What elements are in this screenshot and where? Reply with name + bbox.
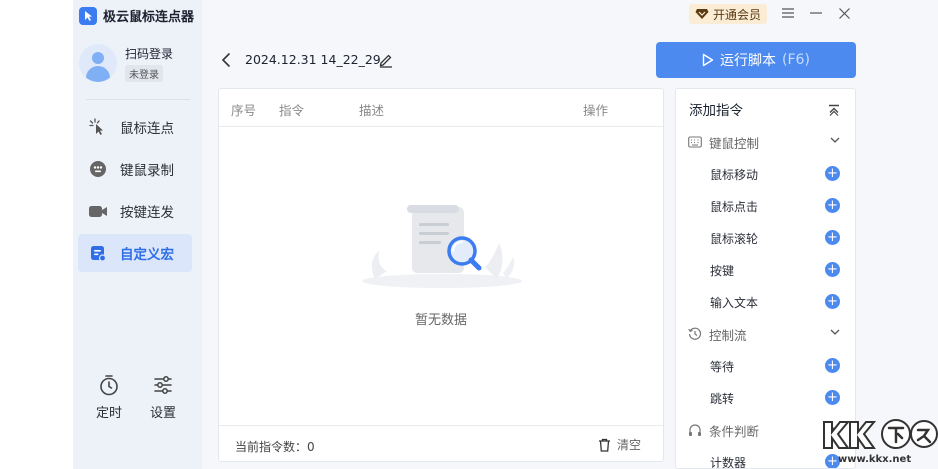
column-actions: 操作 — [583, 103, 609, 118]
command-count: 当前指令数：0 — [235, 440, 315, 454]
empty-state-illustration — [357, 201, 527, 291]
vip-button[interactable]: 开通会员 — [689, 4, 767, 24]
cmd-jump[interactable]: 跳转 + — [710, 388, 840, 408]
column-command: 指令 — [279, 103, 305, 118]
login-status-badge: 未登录 — [125, 64, 163, 82]
cursor-click-icon — [88, 117, 108, 137]
cmd-mouse-wheel[interactable]: 鼠标滚轮 + — [710, 228, 840, 248]
cmd-label: 输入文本 — [710, 295, 759, 310]
sidebar-item-label: 鼠标连点 — [120, 121, 174, 137]
add-icon[interactable]: + — [825, 230, 840, 245]
sidebar-item-label: 键鼠录制 — [120, 163, 174, 179]
cmd-label: 按键 — [710, 263, 735, 278]
sidebar: 极云鼠标连点器 扫码登录 未登录 鼠标连点 键鼠录制 按键连发 自定义宏 定时 … — [73, 0, 202, 469]
chevron-down-icon — [830, 329, 840, 335]
sidebar-nav: 鼠标连点 键鼠录制 按键连发 自定义宏 — [78, 108, 192, 276]
camera-icon — [88, 201, 108, 221]
run-label: 运行脚本 — [720, 53, 777, 69]
cmd-label: 等待 — [710, 359, 735, 374]
add-command-title: 添加指令 — [689, 103, 743, 119]
group-control-flow[interactable]: 控制流 — [688, 324, 840, 344]
add-icon[interactable]: + — [825, 358, 840, 373]
sidebar-item-label: 按键连发 — [120, 205, 174, 221]
clear-label: 清空 — [616, 438, 641, 452]
avatar[interactable] — [79, 44, 117, 82]
diamond-icon — [695, 9, 709, 19]
back-button[interactable] — [220, 52, 234, 68]
group-keyboard-mouse[interactable]: 键鼠控制 — [688, 132, 840, 152]
trash-icon — [598, 438, 610, 452]
settings-button[interactable]: 设置 — [145, 374, 181, 421]
menu-button[interactable] — [781, 6, 795, 20]
pencil-icon — [379, 54, 392, 68]
script-name: 2024.12.31 14_22_29 — [245, 52, 381, 67]
collapse-all-button[interactable] — [828, 101, 840, 116]
brand: 极云鼠标连点器 — [79, 6, 194, 25]
headphone-icon — [689, 424, 701, 436]
history-icon — [688, 327, 702, 340]
edit-name-button[interactable] — [378, 52, 394, 68]
group-label: 控制流 — [709, 327, 747, 343]
add-icon[interactable]: + — [825, 198, 840, 213]
column-description: 描述 — [359, 103, 385, 118]
empty-text: 暂无数据 — [414, 313, 467, 328]
close-icon — [838, 7, 850, 19]
cmd-key[interactable]: 按键 + — [710, 260, 840, 280]
table-footer: 当前指令数：0 清空 — [219, 425, 663, 462]
run-shortcut-hint: (F6) — [782, 52, 810, 68]
bottom-tools: 定时 设置 — [91, 374, 181, 421]
cmd-wait[interactable]: 等待 + — [710, 356, 840, 376]
add-icon[interactable]: + — [825, 166, 840, 181]
sidebar-item-key-repeat[interactable]: 按键连发 — [78, 192, 192, 230]
keyboard-icon — [688, 136, 702, 148]
collapse-top-icon — [829, 104, 839, 116]
command-table: 序号 指令 描述 操作 暂无数据 当前指令数：0 清空 — [218, 88, 664, 462]
sidebar-divider — [86, 99, 190, 100]
app-logo-icon — [79, 6, 97, 25]
timer-icon — [100, 375, 118, 396]
settings-label: 设置 — [149, 406, 176, 421]
record-icon — [88, 159, 108, 179]
cmd-label: 计数器 — [710, 455, 747, 469]
cmd-label: 鼠标移动 — [710, 167, 759, 182]
vip-label: 开通会员 — [712, 7, 761, 22]
run-script-button[interactable]: 运行脚本 (F6) — [656, 42, 856, 78]
chevron-left-icon — [221, 53, 230, 67]
column-index: 序号 — [231, 103, 257, 118]
close-button[interactable] — [837, 6, 851, 20]
add-icon[interactable]: + — [825, 390, 840, 405]
cmd-label: 跳转 — [710, 391, 735, 406]
menu-icon — [782, 8, 794, 18]
group-label: 键鼠控制 — [709, 135, 760, 151]
cmd-input-text[interactable]: 输入文本 + — [710, 292, 840, 312]
sidebar-item-custom-macro[interactable]: 自定义宏 — [78, 234, 192, 272]
watermark-site: www.kkx.net — [838, 454, 912, 465]
play-icon — [702, 53, 714, 67]
add-icon[interactable]: + — [825, 262, 840, 277]
user-name[interactable]: 扫码登录 — [125, 45, 173, 62]
chevron-down-icon — [830, 137, 840, 143]
sidebar-item-label: 自定义宏 — [120, 247, 174, 263]
minimize-icon — [810, 12, 822, 14]
sidebar-item-record[interactable]: 键鼠录制 — [78, 150, 192, 188]
group-label: 条件判断 — [709, 423, 760, 439]
clear-button[interactable]: 清空 — [598, 436, 641, 453]
sidebar-item-mouse-click[interactable]: 鼠标连点 — [78, 108, 192, 146]
timer-button[interactable]: 定时 — [91, 374, 127, 421]
cmd-mouse-click[interactable]: 鼠标点击 + — [710, 196, 840, 216]
sliders-icon — [154, 376, 172, 394]
minimize-button[interactable] — [809, 6, 823, 20]
table-header: 序号 指令 描述 操作 — [219, 89, 663, 127]
timer-label: 定时 — [95, 406, 122, 421]
cmd-label: 鼠标点击 — [710, 199, 759, 214]
user-login[interactable]: 扫码登录 未登录 — [79, 44, 173, 82]
app-title: 极云鼠标连点器 — [103, 10, 195, 25]
cmd-mouse-move[interactable]: 鼠标移动 + — [710, 164, 840, 184]
add-icon[interactable]: + — [825, 294, 840, 309]
macro-icon — [88, 243, 108, 263]
cmd-label: 鼠标滚轮 — [710, 231, 759, 246]
